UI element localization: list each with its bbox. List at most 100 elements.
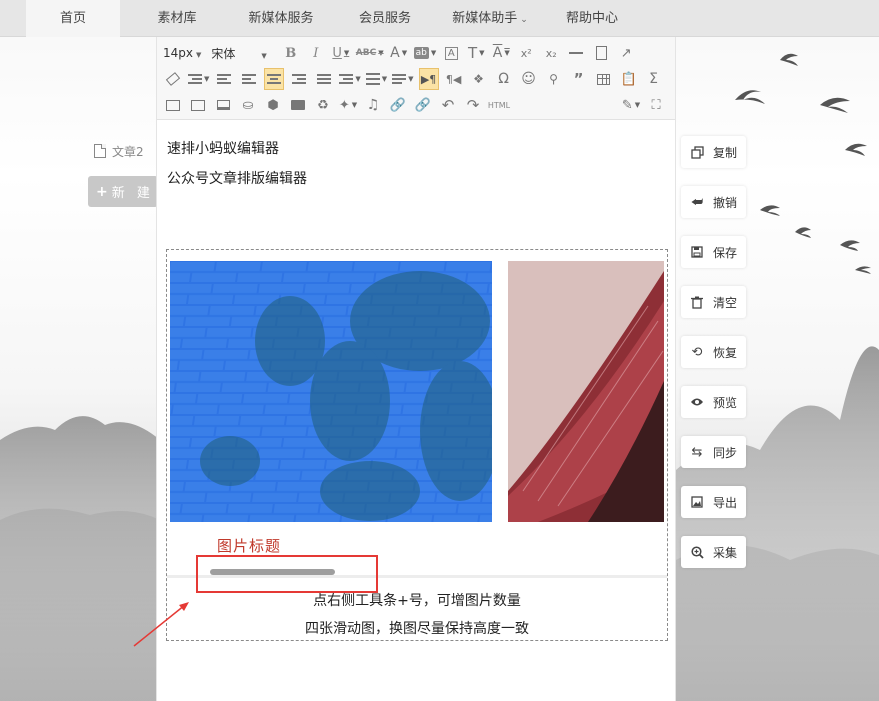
- outdent-button[interactable]: [214, 68, 234, 90]
- magic-wand-button[interactable]: ✦ ▼: [338, 94, 358, 116]
- insert-frame-button[interactable]: [213, 94, 233, 116]
- swiper-image-red-bench[interactable]: [508, 261, 664, 522]
- nav-label: 新媒体助手: [452, 11, 518, 26]
- unlink-button[interactable]: 🔗: [413, 94, 433, 116]
- superscript-button[interactable]: x²: [516, 42, 536, 64]
- sync-label: 同步: [713, 445, 738, 460]
- paragraph-spacing-button[interactable]: ▼: [365, 68, 388, 90]
- document-list-item[interactable]: 文章2: [94, 141, 144, 161]
- brick-wall-image: [170, 261, 492, 522]
- formula-button[interactable]: Σ: [644, 68, 664, 90]
- collect-button[interactable]: 采集: [681, 536, 746, 568]
- search-replace-button[interactable]: ⚲: [544, 68, 564, 90]
- hint-text-2: 四张滑动图，换图尽量保持高度一致: [305, 621, 529, 637]
- paragraph-spacing-icon: [365, 73, 380, 85]
- image-caption[interactable]: 图片标题: [217, 535, 281, 556]
- letter-spacing-button[interactable]: A ▼: [491, 42, 511, 64]
- background-color-icon: ab: [413, 47, 429, 59]
- clear-label: 清空: [713, 295, 738, 310]
- multi-image-button[interactable]: [188, 94, 208, 116]
- clear-button[interactable]: 清空: [681, 286, 746, 318]
- align-justify-button[interactable]: [314, 68, 334, 90]
- restore-button[interactable]: ⟲ 恢复: [681, 336, 746, 368]
- preview-button[interactable]: 预览: [681, 386, 746, 418]
- clean-format-button[interactable]: ♻: [313, 94, 333, 116]
- nav-item-home[interactable]: 首页: [26, 0, 120, 37]
- background-color-button[interactable]: ab ▼: [413, 42, 437, 64]
- caret-down-icon: ▼: [479, 49, 485, 57]
- caret-down-icon: ▼: [381, 75, 388, 83]
- underline-button[interactable]: U ▼: [331, 42, 351, 64]
- paste-button[interactable]: 📋: [619, 68, 639, 90]
- indent-button[interactable]: ▼: [188, 68, 209, 90]
- nav-item-materials[interactable]: 素材库: [140, 0, 214, 37]
- nav-label: 素材库: [157, 11, 197, 26]
- eye-icon: [690, 395, 704, 409]
- scrawl-button[interactable]: ⛀: [238, 94, 258, 116]
- image-swiper-block[interactable]: 图片标题 点右侧工具条+号，可增图片数量 四张滑动图，换图尽量保持高度一致: [166, 249, 668, 641]
- nav-item-membership[interactable]: 会员服务: [348, 0, 422, 37]
- caret-down-icon: ▼: [204, 75, 210, 83]
- text-border-button[interactable]: A: [441, 42, 461, 64]
- new-document-button[interactable]: + 新 建: [88, 176, 158, 207]
- align-left-button[interactable]: [239, 68, 259, 90]
- sync-button[interactable]: ⇆ 同步: [681, 436, 746, 468]
- horizontal-rule-button[interactable]: [566, 42, 586, 64]
- nav-item-help-center[interactable]: 帮助中心: [555, 0, 629, 37]
- new-button-label: 新 建: [111, 186, 154, 201]
- undo-toolbar-button[interactable]: ↶: [438, 94, 458, 116]
- html-source-label: HTML: [487, 100, 511, 110]
- align-center-button[interactable]: [264, 68, 285, 90]
- font-size-value: 14px: [163, 46, 193, 60]
- eraser-button[interactable]: [163, 68, 183, 90]
- list-button[interactable]: ▼: [392, 68, 414, 90]
- italic-button[interactable]: I: [306, 42, 326, 64]
- font-family-select[interactable]: 宋体 ▼: [211, 45, 266, 62]
- eraser-icon: [165, 72, 181, 86]
- align-right-button[interactable]: [289, 68, 309, 90]
- blockquote-button[interactable]: ”: [569, 68, 589, 90]
- save-button[interactable]: 保存: [681, 236, 746, 268]
- html-source-button[interactable]: HTML: [488, 94, 510, 116]
- caret-down-icon: ▼: [355, 75, 361, 83]
- nav-item-media-assistant[interactable]: 新媒体助手 ⌄: [440, 0, 540, 37]
- toolbar-row-3: ⛀ ⬢ ♻ ✦ ▼ ♫ 🔗 🔗 ↶ ↷ HTML ✎ ▼ ⛶: [163, 92, 671, 118]
- undo-button[interactable]: ⮨ 撤销: [681, 186, 746, 218]
- map-button[interactable]: ⬢: [263, 94, 283, 116]
- editor-panel: 14px ▼ 宋体 ▼ B I U ▼ ABC ▼ A ▼ ab ▼ A T ▼ A ▼ x² …: [156, 37, 676, 701]
- format-painter-button[interactable]: ❖: [469, 68, 489, 90]
- new-page-button[interactable]: [591, 42, 611, 64]
- ltr-direction-button[interactable]: ▶¶: [418, 68, 439, 90]
- caret-down-icon: ▼: [504, 49, 510, 57]
- font-size-select[interactable]: 14px ▼: [163, 46, 201, 60]
- template-button[interactable]: ✎ ▼: [621, 94, 641, 116]
- caret-down-icon: ▼: [430, 49, 437, 57]
- insert-music-button[interactable]: ♫: [363, 94, 383, 116]
- table-button[interactable]: [594, 68, 614, 90]
- emoji-button[interactable]: ☺: [519, 68, 539, 90]
- export-button[interactable]: 导出: [681, 486, 746, 518]
- insert-image-button[interactable]: [163, 94, 183, 116]
- copy-button[interactable]: 复制: [681, 136, 746, 168]
- content-line-1: 速排小蚂蚁编辑器: [167, 141, 279, 157]
- plus-icon: +: [96, 183, 108, 200]
- insert-video-button[interactable]: [288, 94, 308, 116]
- strikethrough-button[interactable]: ABC ▼: [356, 42, 384, 64]
- toolbar-row-1: 14px ▼ 宋体 ▼ B I U ▼ ABC ▼ A ▼ ab ▼ A T ▼ A ▼ x² …: [163, 40, 671, 66]
- redo-toolbar-button[interactable]: ↷: [463, 94, 483, 116]
- font-color-button[interactable]: A ▼: [389, 42, 409, 64]
- subscript-button[interactable]: x₂: [541, 42, 561, 64]
- editor-content[interactable]: 速排小蚂蚁编辑器 公众号文章排版编辑器: [157, 120, 675, 194]
- fullscreen-button[interactable]: ⛶: [646, 94, 666, 116]
- rtl-direction-button[interactable]: ¶◀: [444, 68, 464, 90]
- indent-icon: [188, 73, 202, 85]
- open-external-button[interactable]: ↗: [616, 42, 636, 64]
- nav-label: 帮助中心: [565, 11, 618, 26]
- insert-link-button[interactable]: 🔗: [388, 94, 408, 116]
- bold-button[interactable]: B: [281, 42, 301, 64]
- special-char-button[interactable]: Ω: [494, 68, 514, 90]
- nav-item-media-services[interactable]: 新媒体服务: [236, 0, 326, 37]
- line-height-button[interactable]: ▼: [339, 68, 361, 90]
- swiper-image-brick-wall[interactable]: [170, 261, 492, 522]
- text-style-button[interactable]: T ▼: [466, 42, 486, 64]
